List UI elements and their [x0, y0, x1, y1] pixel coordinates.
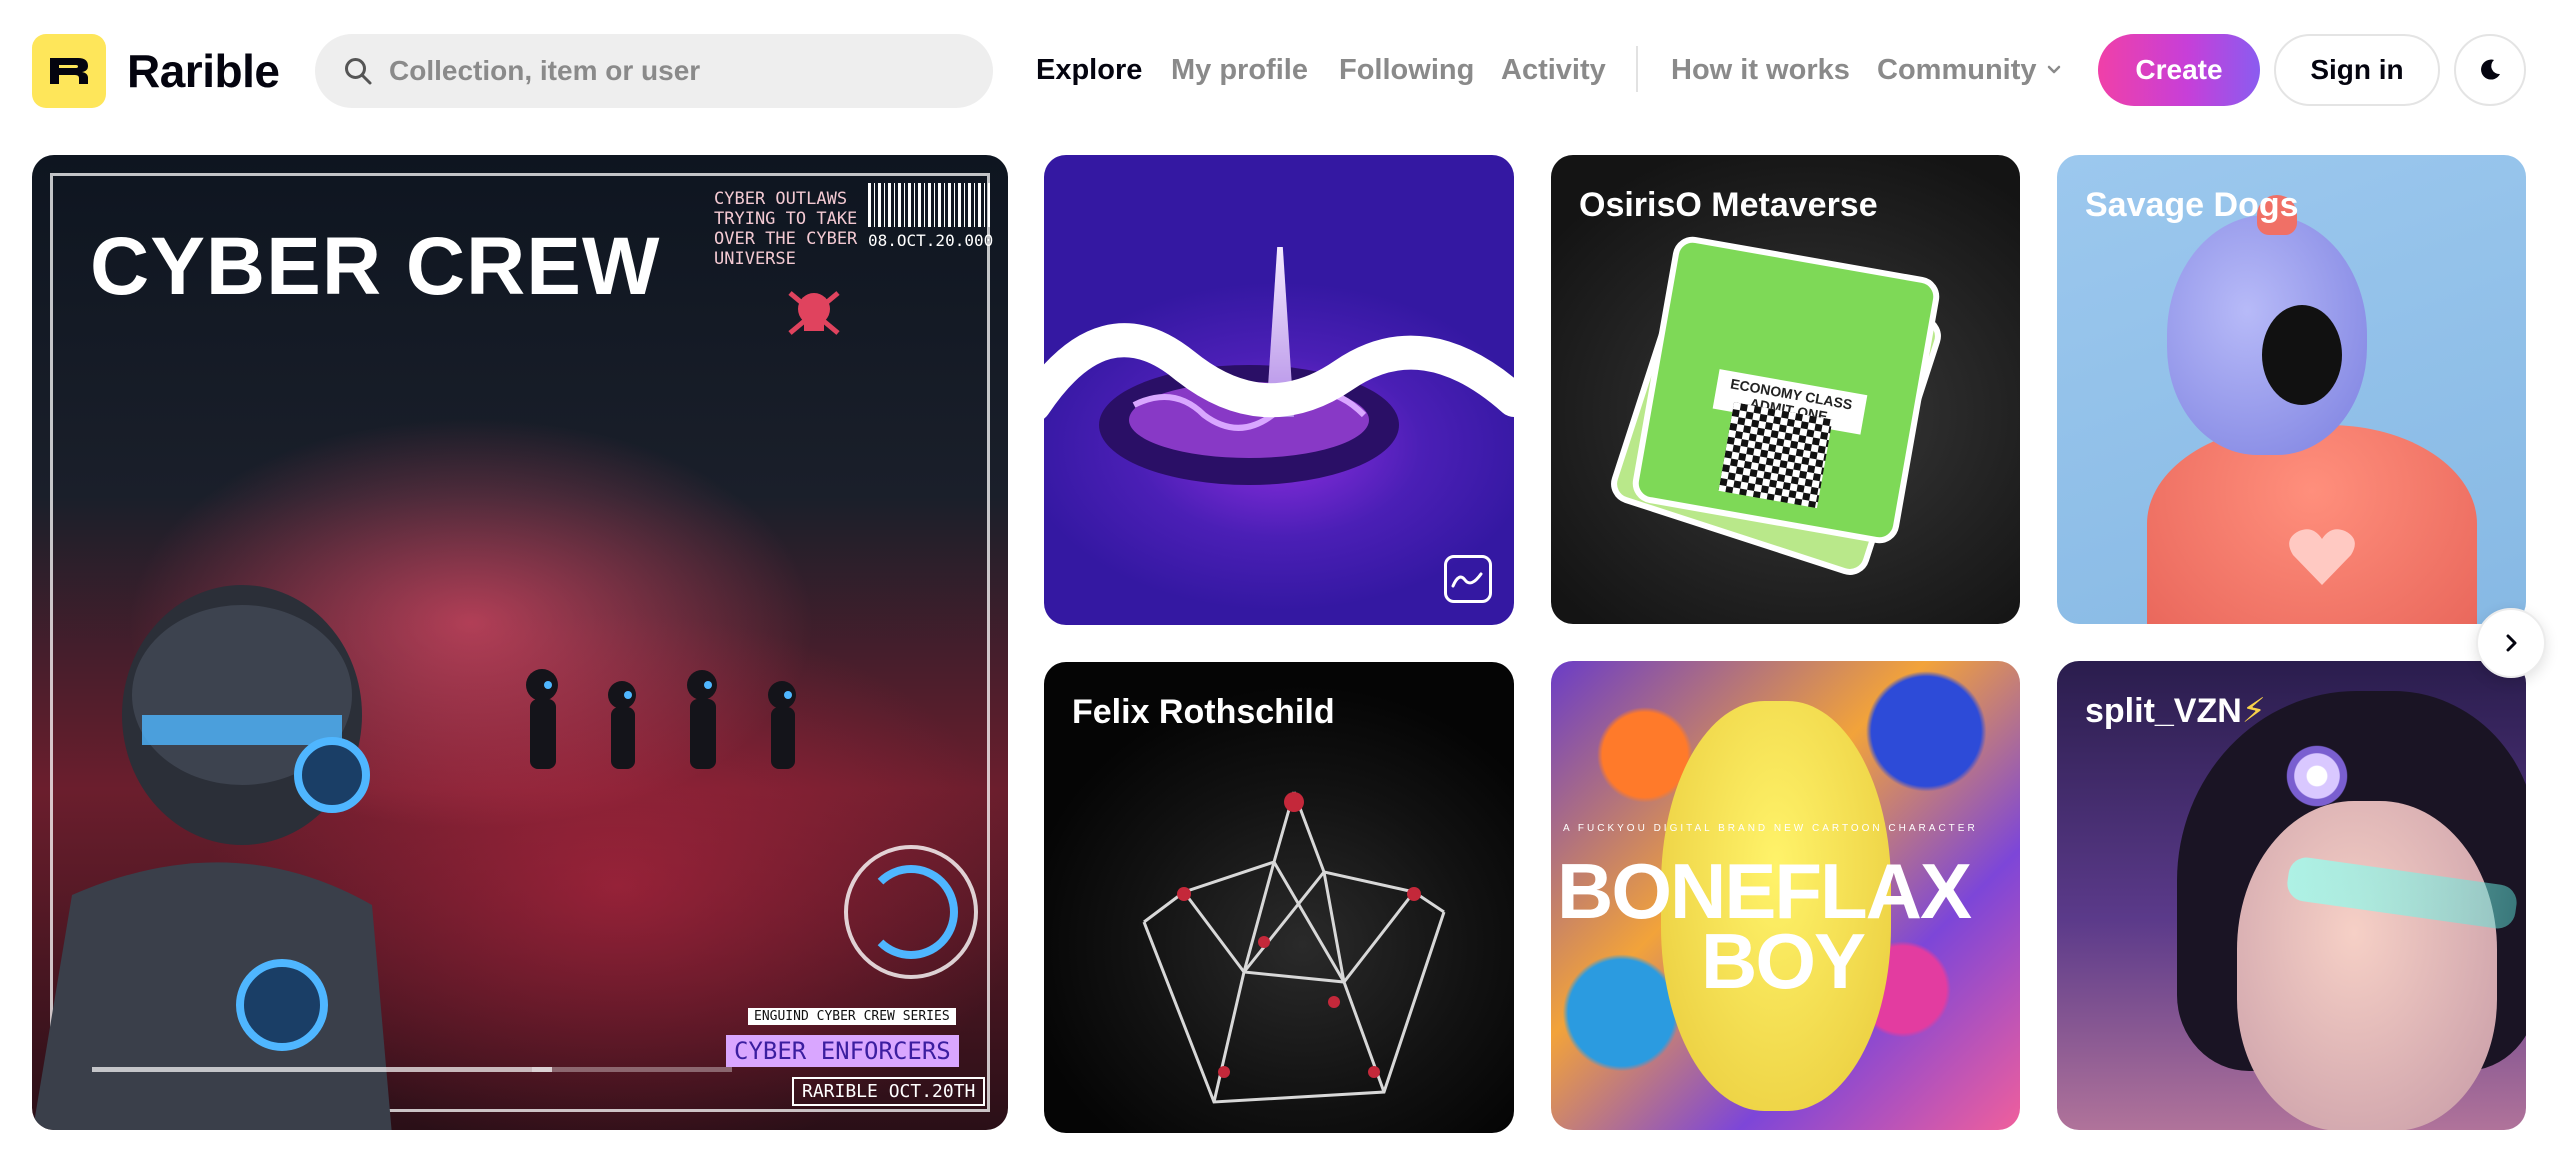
collection-title: split_VZN⚡: [2085, 691, 2266, 731]
hero-poster-text: CYBER OUTLAWS TRYING TO TAKE OVER THE CY…: [714, 189, 858, 269]
collection-card-felix-rothschild[interactable]: Felix Rothschild: [1044, 662, 1514, 1133]
boneflax-tagline: A FUCKYOU DIGITAL BRAND NEW CARTOON CHAR…: [1563, 823, 1978, 834]
wave-illustration: [1044, 323, 1514, 419]
search-bar[interactable]: [315, 34, 993, 108]
carousel-next-button[interactable]: [2476, 608, 2546, 678]
app-name[interactable]: Rarible: [127, 44, 280, 98]
hero-soldiers-illustration: [526, 669, 796, 769]
moon-icon: [2481, 59, 2500, 80]
collection-card-split-vzn[interactable]: split_VZN⚡: [2057, 661, 2526, 1130]
hero-collection-card[interactable]: CYBER CREW CYBER OUTLAWS TRYING TO TAKE …: [32, 155, 1008, 1130]
heart-icon: [2289, 529, 2355, 585]
nav-activity[interactable]: Activity: [1501, 52, 1606, 88]
lightning-icon: ⚡: [2241, 692, 2266, 730]
nav-following[interactable]: Following: [1339, 52, 1474, 88]
chart-icon: [1444, 555, 1492, 603]
barcode-icon: [868, 183, 990, 227]
dog-eye-illustration: [2262, 305, 2342, 405]
boneflax-art-title-line2: BOY: [1701, 917, 1866, 1005]
nav-explore[interactable]: Explore: [1036, 52, 1142, 88]
nav-how-it-works[interactable]: How it works: [1671, 52, 1850, 88]
hero-series-label: ENGUIND CYBER CREW SERIES: [748, 1008, 956, 1025]
search-icon: [345, 58, 372, 85]
hero-robot-illustration: [32, 585, 392, 1130]
nav-community[interactable]: Community: [1877, 52, 2063, 88]
rarible-logo-icon: [50, 58, 88, 84]
hero-subtitle: CYBER ENFORCERS: [726, 1035, 959, 1067]
create-button[interactable]: Create: [2098, 34, 2260, 106]
nav-my-profile[interactable]: My profile: [1171, 52, 1308, 88]
collection-title: OsirisO Metaverse: [1579, 186, 1878, 224]
search-input[interactable]: [389, 55, 969, 87]
collection-title: Felix Rothschild: [1072, 693, 1335, 731]
hero-title: CYBER CREW: [90, 221, 661, 312]
skull-icon: [788, 291, 840, 335]
qr-code-icon: [1718, 402, 1833, 509]
face-illustration: [2237, 801, 2497, 1130]
nav-divider: [1636, 46, 1638, 92]
hero-progress-bar: [92, 1067, 552, 1072]
hero-release-label: RARIBLE OCT.20TH: [792, 1077, 986, 1106]
collection-title: Savage Dogs: [2085, 186, 2299, 224]
theme-toggle-button[interactable]: [2454, 34, 2526, 106]
cyber-eye-illustration: [2282, 741, 2352, 811]
top-navbar: Rarible Explore My profile Following Act…: [0, 0, 2560, 140]
nav-community-label: Community: [1877, 54, 2037, 86]
collection-title-text: split_VZN: [2085, 692, 2242, 730]
collection-card-osiriso-metaverse[interactable]: ECONOMY CLASS ADMIT ONE OsirisO Metavers…: [1551, 155, 2020, 624]
chevron-right-icon: [2506, 634, 2517, 652]
ticket-illustration: ECONOMY CLASS ADMIT ONE: [1629, 233, 1943, 547]
collection-card-savage-dogs[interactable]: Savage Dogs: [2057, 155, 2526, 624]
sculpture-illustration: [1142, 791, 1446, 1104]
hero-ring-inner-decoration: [864, 865, 958, 959]
hero-progress-bar-track: [532, 1067, 732, 1072]
rarible-logo-badge[interactable]: [32, 34, 106, 108]
chevron-down-icon: [2047, 65, 2060, 74]
collection-card-boneflax-boy[interactable]: A FUCKYOU DIGITAL BRAND NEW CARTOON CHAR…: [1551, 661, 2020, 1130]
sign-in-button[interactable]: Sign in: [2274, 34, 2440, 106]
collection-card-wave[interactable]: [1044, 155, 1514, 625]
hero-date: 08.OCT.20.000: [868, 231, 994, 250]
